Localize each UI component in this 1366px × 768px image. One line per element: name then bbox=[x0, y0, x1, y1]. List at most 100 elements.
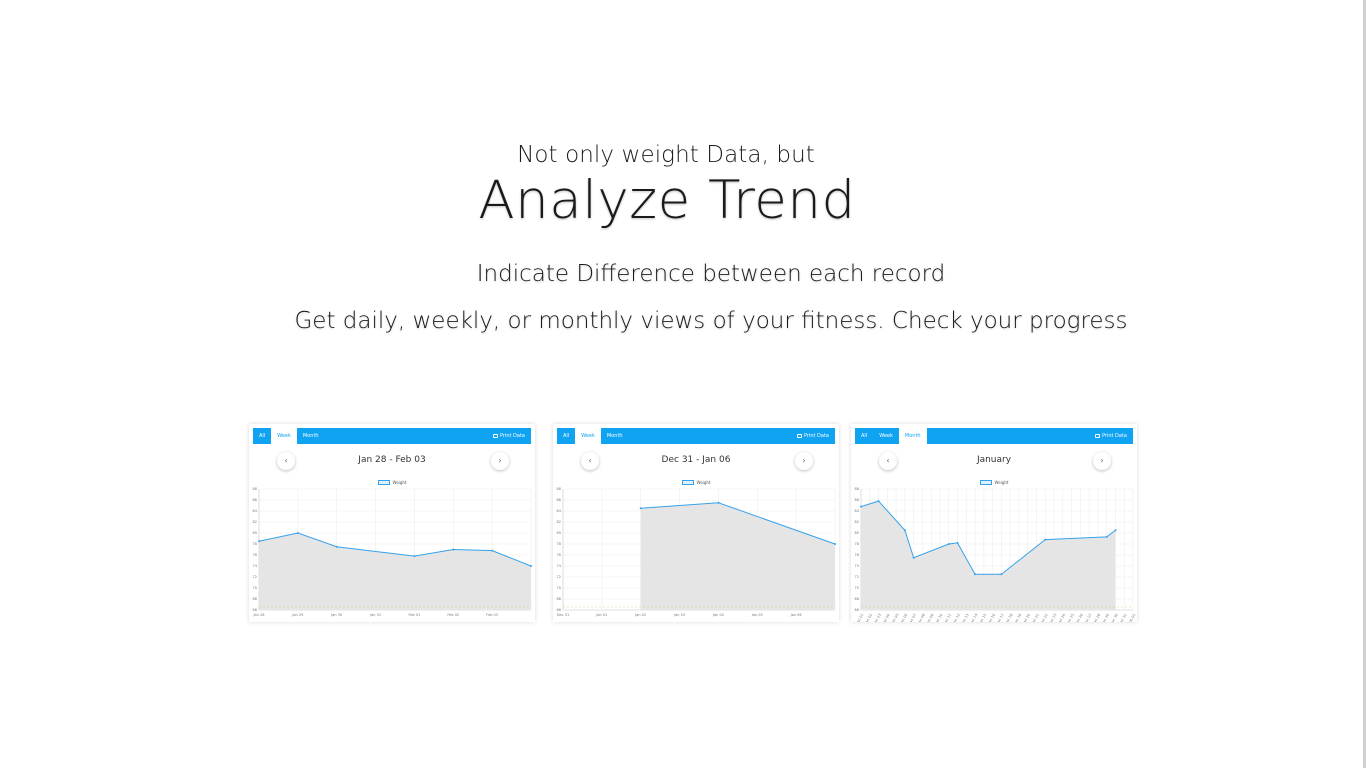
x-tick-label: Jan 30 bbox=[1109, 613, 1118, 622]
print-data-label: Print Data bbox=[499, 433, 525, 439]
x-tick-label: Jan 21 bbox=[1030, 613, 1039, 622]
app-screenshot-week-1: All Week Month Print Data ‹ Jan 28 - Feb… bbox=[249, 424, 535, 622]
x-tick-label: Jan 13 bbox=[960, 613, 969, 622]
data-point bbox=[860, 505, 862, 508]
tab-all[interactable]: All bbox=[253, 428, 271, 444]
print-data-button[interactable]: Print Data bbox=[1094, 433, 1127, 439]
tab-week[interactable]: Week bbox=[575, 428, 601, 444]
weight-chart: 666870727476788082848688Jan 01 Jan 02 Jan … bbox=[855, 487, 1137, 622]
x-tick-label: Jan 12 bbox=[952, 613, 961, 622]
y-tick-label: 82 bbox=[855, 520, 859, 524]
hero-subtitle: Indicate Difference between each record bbox=[476, 261, 946, 287]
y-tick-label: 80 bbox=[855, 531, 859, 535]
y-tick-label: 70 bbox=[855, 586, 859, 590]
x-tick-label: Jan 07 bbox=[908, 613, 917, 622]
x-tick-label: Jan 09 bbox=[925, 613, 934, 622]
tab-week[interactable]: Week bbox=[271, 428, 297, 444]
x-tick-label: Feb 01 bbox=[409, 613, 421, 617]
y-tick-label: 84 bbox=[557, 509, 562, 513]
x-tick-label: Jan 23 bbox=[1048, 613, 1057, 622]
data-point bbox=[956, 541, 959, 544]
tab-all[interactable]: All bbox=[855, 428, 873, 444]
x-tick-label: Jan 04 bbox=[881, 612, 891, 622]
x-tick-label: Jan 31 bbox=[1118, 613, 1127, 622]
app-screenshot-month: All Week Month Print Data ‹ January › We… bbox=[851, 424, 1137, 622]
tab-month[interactable]: Month bbox=[601, 428, 629, 444]
tab-all[interactable]: All bbox=[557, 428, 575, 444]
x-tick-label: Jan 08 bbox=[916, 613, 925, 622]
x-tick-label: Jan 29 bbox=[1101, 613, 1110, 622]
y-tick-label: 70 bbox=[253, 586, 257, 590]
x-tick-label: Jan 19 bbox=[1013, 613, 1022, 622]
data-point bbox=[1114, 529, 1117, 532]
x-tick-label: Jan 17 bbox=[995, 613, 1004, 622]
y-tick-label: 74 bbox=[253, 564, 258, 568]
y-tick-label: 82 bbox=[253, 520, 257, 524]
y-tick-label: 72 bbox=[557, 575, 561, 579]
y-tick-label: 72 bbox=[253, 575, 257, 579]
weight-chart: 66 68 70 72 74 76 78 80 82 84 86 88 Jan 28 Jan 29 Jan … bbox=[253, 487, 532, 617]
data-point bbox=[530, 565, 532, 567]
x-tick-label: Jan 24 bbox=[1057, 612, 1067, 622]
print-data-button[interactable]: Print Data bbox=[492, 433, 525, 439]
data-point bbox=[452, 548, 455, 551]
x-tick-label: Jan 18 bbox=[1004, 613, 1013, 622]
x-tick-label: Feb 01 bbox=[1127, 613, 1136, 622]
data-point bbox=[258, 540, 260, 543]
y-tick-label: 78 bbox=[253, 542, 257, 546]
y-tick-label: 86 bbox=[253, 498, 257, 502]
next-period-button[interactable]: › bbox=[795, 452, 813, 470]
x-tick-label: Jan 14 bbox=[969, 612, 979, 622]
x-tick-label: Jan 01 bbox=[595, 613, 607, 617]
y-tick-label: 82 bbox=[557, 520, 561, 524]
print-data-label: Print Data bbox=[803, 433, 829, 439]
x-tick-label: Feb 03 bbox=[486, 613, 498, 617]
y-tick-label: 84 bbox=[253, 509, 258, 513]
x-tick-label: Jan 03 bbox=[673, 613, 685, 617]
next-period-button[interactable]: › bbox=[491, 452, 509, 470]
x-tick-label: Jan 25 bbox=[1066, 613, 1075, 622]
print-data-button[interactable]: Print Data bbox=[796, 433, 829, 439]
tab-bar: All Week Month Print Data bbox=[557, 428, 835, 444]
y-tick-label: 78 bbox=[557, 542, 561, 546]
hero-eyebrow: Not only weight Data, but bbox=[517, 142, 815, 168]
data-point bbox=[717, 501, 720, 504]
data-point bbox=[834, 543, 836, 545]
y-tick-label: 76 bbox=[253, 553, 257, 557]
x-tick-label: Feb 02 bbox=[447, 613, 459, 617]
y-tick-label: 88 bbox=[557, 487, 561, 491]
y-tick-label: 68 bbox=[855, 597, 859, 601]
x-tick-label: Jan 26 bbox=[1074, 613, 1083, 622]
tab-month[interactable]: Month bbox=[898, 428, 927, 444]
data-point bbox=[639, 507, 642, 510]
x-tick-label: Jan 02 bbox=[864, 613, 873, 622]
x-tick-label: Jan 30 bbox=[330, 613, 342, 617]
x-tick-label: Jan 15 bbox=[978, 613, 987, 622]
data-point bbox=[1105, 535, 1108, 538]
tab-month[interactable]: Month bbox=[297, 428, 325, 444]
tab-bar: All Week Month Print Data bbox=[253, 428, 531, 444]
data-point bbox=[296, 532, 299, 534]
y-tick-label: 72 bbox=[855, 575, 859, 579]
y-tick-label: 74 bbox=[855, 564, 860, 568]
y-tick-label: 84 bbox=[855, 509, 860, 513]
next-period-button[interactable]: › bbox=[1093, 452, 1111, 470]
y-tick-label: 66 bbox=[557, 608, 561, 612]
y-tick-label: 66 bbox=[253, 608, 257, 612]
tab-week[interactable]: Week bbox=[873, 428, 899, 444]
y-tick-label: 78 bbox=[855, 542, 859, 546]
tab-bar: All Week Month Print Data bbox=[855, 428, 1133, 444]
data-point bbox=[912, 556, 915, 559]
series-area bbox=[640, 502, 835, 610]
y-tick-label: 68 bbox=[557, 597, 561, 601]
x-tick-label: Jan 28 bbox=[253, 613, 265, 617]
x-tick-label: Jan 05 bbox=[751, 613, 763, 617]
printer-icon bbox=[796, 434, 802, 438]
printer-icon bbox=[492, 434, 498, 438]
x-tick-label: Jan 20 bbox=[1022, 613, 1031, 622]
data-point bbox=[1000, 573, 1003, 576]
x-tick-label: Jan 28 bbox=[1092, 613, 1101, 622]
x-tick-label: Jan 04 bbox=[712, 613, 725, 617]
x-tick-label: Jan 02 bbox=[634, 613, 646, 617]
y-tick-label: 70 bbox=[557, 586, 561, 590]
